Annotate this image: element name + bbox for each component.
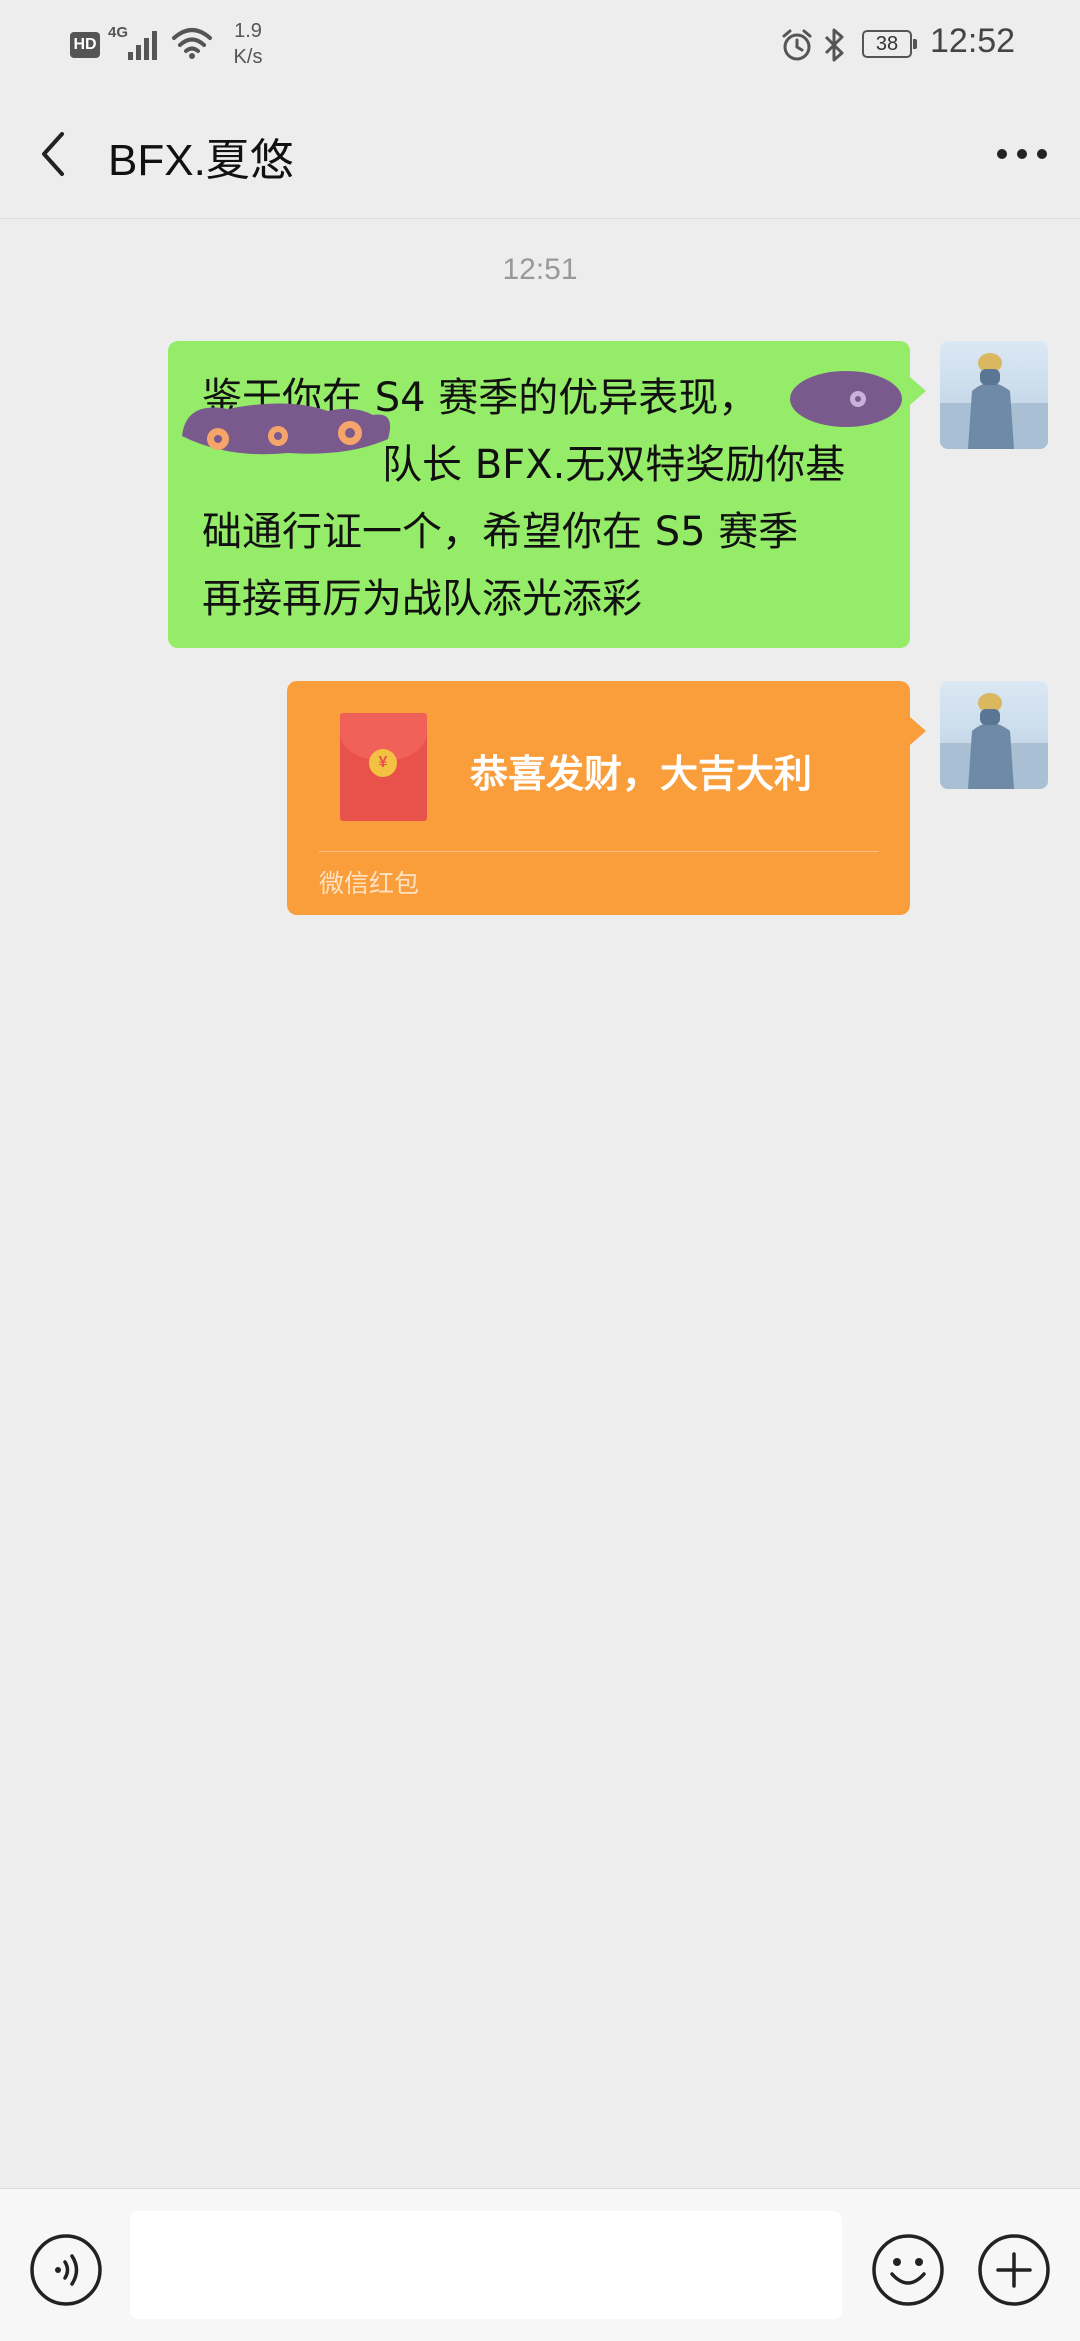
network-type-label: 4G [108,24,129,41]
status-time: 12:52 [930,22,1016,60]
voice-icon [30,2234,102,2306]
bluetooth-icon [822,27,846,63]
avatar[interactable] [940,681,1048,789]
status-right: 38 12:52 [760,0,1080,90]
divider [319,851,879,852]
red-packet-source: 微信红包 [319,869,420,898]
status-bar: HD 4G 1.9 K/s 38 12:52 [0,0,1080,90]
net-speed: 1.9 K/s [222,18,274,70]
more-button[interactable] [992,134,1052,174]
emoji-button[interactable] [870,2232,946,2308]
chat-title: BFX.夏悠 [108,136,294,185]
message-input[interactable] [130,2211,842,2319]
voice-button[interactable] [28,2232,104,2308]
input-bar [0,2188,1080,2341]
battery-level: 38 [875,32,899,55]
hd-badge: HD [70,32,100,58]
emoji-icon [872,2234,944,2306]
net-speed-unit: K/s [233,46,263,68]
plus-icon [978,2234,1050,2306]
avatar[interactable] [940,341,1048,449]
message-line: 础通行证一个，希望你在 S5 赛季 [202,509,799,555]
more-dots-icon [997,149,1047,159]
message-line: 鉴于你在 S4 赛季的优异表现， [202,375,759,421]
message-bubble[interactable]: 鉴于你在 S4 赛季的优异表现， 队长 BFX.无双特奖励你基 础通行证一个，希… [168,341,926,648]
battery-icon: 38 [862,30,917,58]
message-line: 队长 BFX.无双特奖励你基 [382,442,846,488]
wifi-icon [170,26,214,60]
red-packet-message[interactable]: ¥ 恭喜发财，大吉大利 微信红包 [287,681,926,915]
net-speed-value: 1.9 [234,20,262,42]
alarm-icon [780,28,814,62]
chevron-left-icon [42,132,64,176]
red-packet-greeting: 恭喜发财，大吉大利 [470,752,813,796]
chat-header: BFX.夏悠 [0,90,1080,219]
avatar-image [940,341,1048,449]
signal-icon: 4G [108,24,166,62]
message-timestamp: 12:51 [502,253,578,286]
red-packet-icon: ¥ [340,713,427,821]
more-functions-button[interactable] [976,2232,1052,2308]
back-button[interactable] [30,124,80,184]
avatar-image [940,681,1048,789]
message-line: 再接再厉为战队添光添彩 [202,576,642,622]
